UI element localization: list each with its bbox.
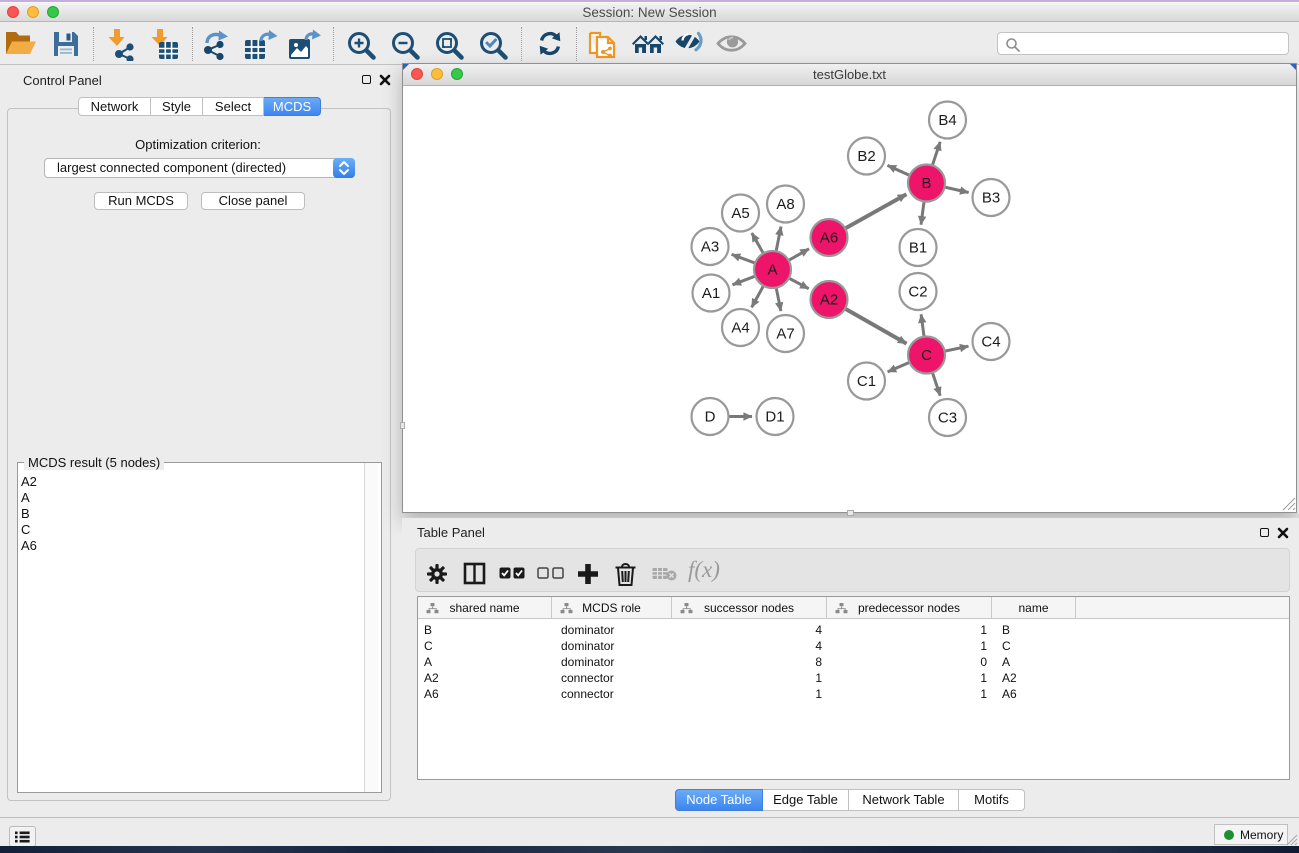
svg-text:B1: B1 [909,240,927,257]
svg-text:C: C [921,347,932,364]
svg-text:A4: A4 [731,320,749,337]
svg-text:C4: C4 [981,334,1000,351]
svg-text:A5: A5 [731,205,749,222]
svg-text:A6: A6 [820,230,838,247]
svg-text:B2: B2 [857,148,875,165]
svg-text:D1: D1 [765,409,784,426]
svg-text:C1: C1 [857,373,876,390]
svg-text:B: B [921,175,931,192]
svg-text:A2: A2 [820,292,838,309]
svg-text:D: D [705,409,716,426]
svg-text:C3: C3 [938,410,957,427]
svg-text:B3: B3 [982,190,1000,207]
svg-text:C2: C2 [908,284,927,301]
svg-text:A7: A7 [776,326,794,343]
svg-text:A8: A8 [776,196,794,213]
svg-text:B4: B4 [938,112,956,129]
svg-text:A3: A3 [701,239,719,256]
svg-text:A1: A1 [702,285,720,302]
svg-text:A: A [767,262,777,279]
